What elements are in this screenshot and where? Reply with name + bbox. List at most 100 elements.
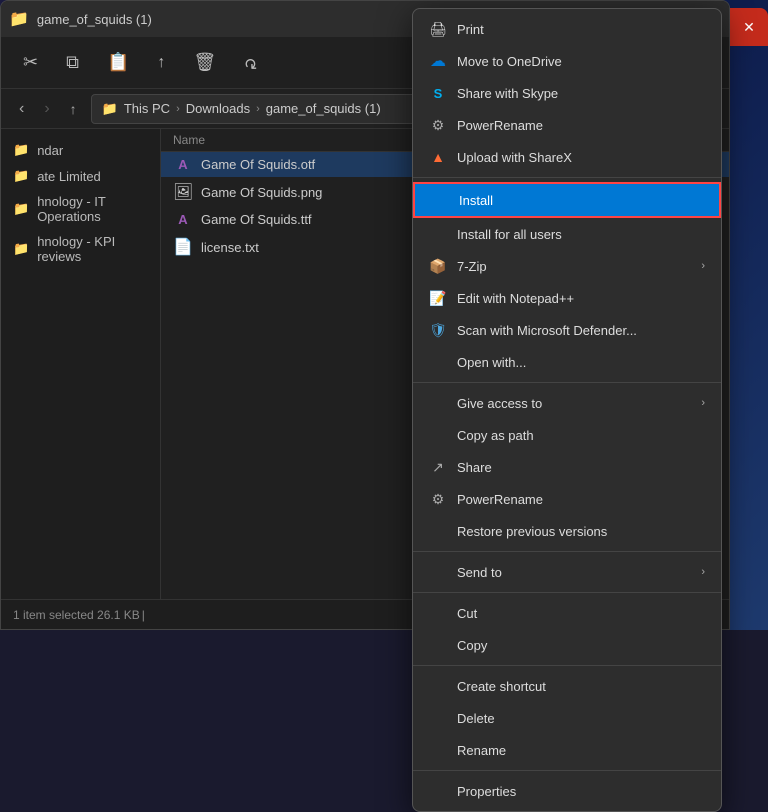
context-menu-item-share[interactable]: ↗ Share bbox=[413, 451, 721, 483]
breadcrumb-sep1: › bbox=[176, 103, 180, 115]
sidebar-item-label-4: hnology - KPI reviews bbox=[37, 234, 148, 264]
arrow-icon-sendto: › bbox=[701, 566, 705, 578]
sidebar-folder-icon-2: 📁 bbox=[13, 168, 29, 184]
onedrive-icon: ☁ bbox=[429, 52, 447, 70]
file-icon-otf: A bbox=[173, 157, 193, 172]
rename-ctx-icon bbox=[429, 741, 447, 759]
cut-button[interactable]: ✂ bbox=[13, 48, 48, 77]
context-menu-label-cut: Cut bbox=[457, 606, 705, 621]
context-menu-item-cut[interactable]: Cut bbox=[413, 597, 721, 629]
defender-icon: 🛡 bbox=[429, 321, 447, 339]
sidebar-item-label-3: hnology - IT Operations bbox=[37, 194, 148, 224]
context-menu-label-share: Share bbox=[457, 460, 705, 475]
context-menu-item-install[interactable]: Install bbox=[413, 182, 721, 218]
sendto-icon bbox=[429, 563, 447, 581]
status-cursor: | bbox=[142, 608, 145, 622]
separator-2 bbox=[413, 382, 721, 383]
powerrename2-icon: ⚙ bbox=[429, 490, 447, 508]
context-menu-item-restore[interactable]: Restore previous versions bbox=[413, 515, 721, 547]
context-menu-label-powerrename1: PowerRename bbox=[457, 118, 705, 133]
cut-icon: ✂ bbox=[23, 52, 38, 73]
up-button[interactable]: ↑ bbox=[64, 99, 83, 119]
separator-1 bbox=[413, 177, 721, 178]
context-menu-label-shortcut: Create shortcut bbox=[457, 679, 705, 694]
context-menu-label-print: Print bbox=[457, 22, 705, 37]
sidebar-item-hnology1[interactable]: 📁 hnology - IT Operations bbox=[1, 189, 160, 229]
copy-toolbar-button[interactable]: ⧉ bbox=[56, 48, 89, 77]
breadcrumb-downloads[interactable]: Downloads bbox=[186, 101, 250, 116]
context-menu-item-defender[interactable]: 🛡 Scan with Microsoft Defender... bbox=[413, 314, 721, 346]
rename-toolbar-button[interactable]: ↻ bbox=[234, 49, 267, 77]
context-menu-item-7zip[interactable]: 📦 7-Zip › bbox=[413, 250, 721, 282]
file-icon-png: 🖼 bbox=[173, 182, 193, 202]
delete-toolbar-button[interactable]: 🗑 bbox=[183, 48, 226, 77]
openwith-icon bbox=[429, 353, 447, 371]
sharex-icon: ▲ bbox=[429, 148, 447, 166]
paste-button[interactable]: 📋 bbox=[97, 48, 139, 77]
print-icon: 🖨 bbox=[429, 20, 447, 38]
breadcrumb-thispc-label[interactable]: This PC bbox=[124, 101, 170, 116]
context-menu-label-rename: Rename bbox=[457, 743, 705, 758]
share-toolbar-button[interactable]: ↑ bbox=[147, 50, 175, 76]
context-menu-item-powerrename1[interactable]: ⚙ PowerRename bbox=[413, 109, 721, 141]
separator-4 bbox=[413, 592, 721, 593]
context-menu-label-onedrive: Move to OneDrive bbox=[457, 54, 705, 69]
context-menu-item-notepad[interactable]: 📝 Edit with Notepad++ bbox=[413, 282, 721, 314]
separator-3 bbox=[413, 551, 721, 552]
context-menu-item-install-all[interactable]: Install for all users bbox=[413, 218, 721, 250]
context-menu-label-sharex: Upload with ShareX bbox=[457, 150, 705, 165]
back-button[interactable]: ‹ bbox=[13, 98, 30, 120]
context-menu-label-skype: Share with Skype bbox=[457, 86, 705, 101]
paste-icon: 📋 bbox=[107, 52, 129, 73]
context-menu-item-delete[interactable]: Delete bbox=[413, 702, 721, 734]
context-menu-item-properties[interactable]: Properties bbox=[413, 775, 721, 807]
context-menu-label-7zip: 7-Zip bbox=[457, 259, 691, 274]
share-ctx-icon: ↗ bbox=[429, 458, 447, 476]
install-all-icon bbox=[429, 225, 447, 243]
skype-icon: S bbox=[429, 84, 447, 102]
separator-5 bbox=[413, 665, 721, 666]
sidebar-item-ndar[interactable]: 📁 ndar bbox=[1, 137, 160, 163]
context-menu-item-openwith[interactable]: Open with... bbox=[413, 346, 721, 378]
sidebar-item-ate[interactable]: 📁 ate Limited bbox=[1, 163, 160, 189]
sidebar-folder-icon-4: 📁 bbox=[13, 241, 29, 257]
shortcut-icon bbox=[429, 677, 447, 695]
properties-icon bbox=[429, 782, 447, 800]
status-text: 1 item selected 26.1 KB bbox=[13, 608, 140, 622]
delete-icon: 🗑 bbox=[193, 52, 216, 73]
context-menu-item-shortcut[interactable]: Create shortcut bbox=[413, 670, 721, 702]
sidebar-folder-icon: 📁 bbox=[13, 142, 29, 158]
window-x-close[interactable]: ✕ bbox=[730, 8, 768, 46]
context-menu-item-onedrive[interactable]: ☁ Move to OneDrive bbox=[413, 45, 721, 77]
zip-icon: 📦 bbox=[429, 257, 447, 275]
context-menu-item-sharex[interactable]: ▲ Upload with ShareX bbox=[413, 141, 721, 173]
arrow-icon-access: › bbox=[701, 397, 705, 409]
share-icon: ↑ bbox=[157, 54, 165, 72]
context-menu-item-skype[interactable]: S Share with Skype bbox=[413, 77, 721, 109]
access-icon bbox=[429, 394, 447, 412]
folder-icon: 📁 bbox=[9, 9, 29, 29]
sidebar: 📁 ndar 📁 ate Limited 📁 hnology - IT Oper… bbox=[1, 129, 161, 601]
context-menu-label-openwith: Open with... bbox=[457, 355, 705, 370]
install-icon bbox=[431, 191, 449, 209]
context-menu-item-copypath[interactable]: Copy as path bbox=[413, 419, 721, 451]
copy-icon: ⧉ bbox=[66, 52, 79, 73]
context-menu-item-access[interactable]: Give access to › bbox=[413, 387, 721, 419]
context-menu-label-properties: Properties bbox=[457, 784, 705, 799]
context-menu-label-copy: Copy bbox=[457, 638, 705, 653]
file-icon-ttf: A bbox=[173, 212, 193, 227]
breadcrumb-folder[interactable]: game_of_squids (1) bbox=[266, 101, 381, 116]
context-menu-item-print[interactable]: 🖨 Print bbox=[413, 13, 721, 45]
delete-ctx-icon bbox=[429, 709, 447, 727]
context-menu-label-install-all: Install for all users bbox=[457, 227, 705, 242]
context-menu-item-powerrename2[interactable]: ⚙ PowerRename bbox=[413, 483, 721, 515]
sidebar-item-hnology2[interactable]: 📁 hnology - KPI reviews bbox=[1, 229, 160, 269]
context-menu-label-access: Give access to bbox=[457, 396, 691, 411]
sidebar-item-label: ndar bbox=[37, 143, 63, 158]
context-menu-item-rename[interactable]: Rename bbox=[413, 734, 721, 766]
context-menu-item-sendto[interactable]: Send to › bbox=[413, 556, 721, 588]
forward-button[interactable]: › bbox=[38, 98, 55, 120]
breadcrumb-thispc[interactable]: 📁 bbox=[102, 101, 118, 117]
context-menu-item-copy[interactable]: Copy bbox=[413, 629, 721, 661]
context-menu-label-sendto: Send to bbox=[457, 565, 691, 580]
